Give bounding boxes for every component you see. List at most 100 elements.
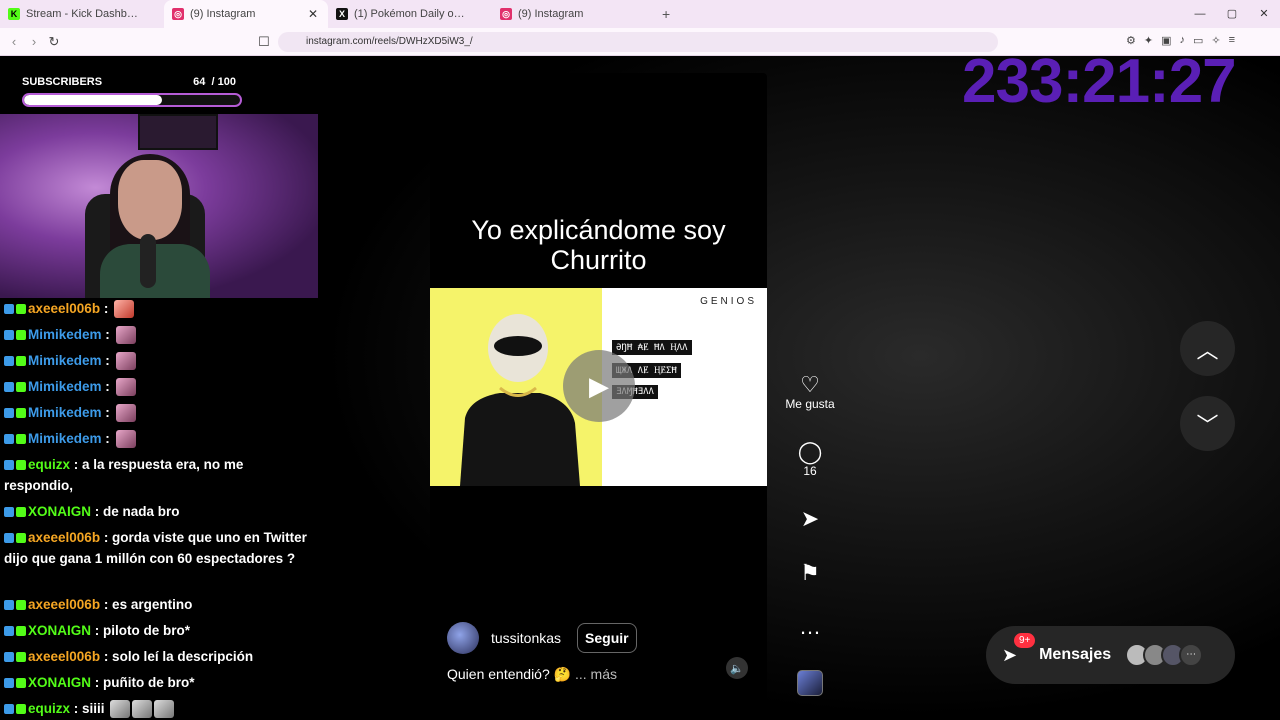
chat-username[interactable]: Mimikedem (28, 353, 102, 368)
emote-icon (115, 326, 136, 345)
browser-tab-2[interactable]: ◎ (9) Instagram ✕ (164, 0, 328, 28)
chat-message: equizx : a la respuesta era, no me respo… (4, 454, 316, 496)
follow-button[interactable]: Seguir (577, 623, 637, 653)
comment-action[interactable]: ◯ 16 (780, 440, 840, 479)
chat-username[interactable]: Mimikedem (28, 327, 102, 342)
chat-message: Mimikedem : (4, 428, 316, 449)
more-action[interactable]: … (780, 615, 840, 639)
play-button[interactable]: ▶ (563, 350, 635, 422)
badge-icon (4, 600, 14, 611)
badge-icon (16, 507, 26, 518)
unread-badge: 9+ (1014, 632, 1036, 648)
instagram-icon: ◎ (172, 8, 184, 20)
audio-thumbnail[interactable] (797, 670, 823, 696)
badge-icon (16, 600, 26, 611)
save-action[interactable]: ⚑ (780, 561, 840, 585)
badge-icon (16, 330, 26, 341)
badge-icon (4, 507, 14, 518)
badge-icon (4, 678, 14, 689)
chat-username[interactable]: axeeel006b (28, 301, 100, 316)
stream-chat: axeeel006b : Mimikedem : Mimikedem : Mim… (0, 298, 322, 720)
comment-icon[interactable]: ◯ (780, 440, 840, 464)
chat-username[interactable]: equizx (28, 701, 70, 716)
chat-text: : de nada bro (91, 504, 180, 519)
badge-icon (16, 652, 26, 663)
emote-icon (115, 404, 136, 423)
chat-message: axeeel006b : (4, 298, 316, 319)
new-tab-button[interactable]: + (662, 6, 670, 22)
close-window-button[interactable]: ✕ (1248, 0, 1280, 28)
webcam-feed (0, 114, 318, 298)
emote-icon (114, 300, 135, 319)
subscribers-goal: SUBSCRIBERS 64 / 100 (22, 76, 242, 88)
badge-icon (4, 356, 14, 367)
badge-icon (4, 704, 14, 715)
tab-title: (9) Instagram (518, 8, 584, 20)
badge-icon (4, 330, 14, 341)
reload-icon[interactable]: ↻ (44, 34, 64, 50)
url-input[interactable]: instagram.com/reels/DWHzXD5iW3_/ (278, 32, 998, 52)
badge-icon (16, 678, 26, 689)
badge-icon (16, 382, 26, 393)
chat-username[interactable]: Mimikedem (28, 379, 102, 394)
next-reel-button[interactable]: ﹀ (1180, 396, 1235, 451)
tab-title: (1) Pokémon Daily on X: "Gengar (354, 8, 470, 20)
window-controls: — ▢ ✕ (1184, 0, 1280, 28)
chat-username[interactable]: axeeel006b (28, 649, 100, 664)
like-action[interactable]: ♡ Me gusta (780, 373, 840, 412)
chat-message: Mimikedem : (4, 402, 316, 423)
messages-button[interactable]: ➤ 9+ Mensajes ⋯ (986, 626, 1235, 684)
messages-label: Mensajes (1039, 646, 1112, 663)
chat-text: : puñito de bro* (91, 675, 195, 690)
tab-bar: K Stream - Kick Dashboard ◎ (9) Instagra… (0, 0, 1280, 28)
badge-icon (16, 408, 26, 419)
chat-username[interactable]: XONAIGN (28, 504, 91, 519)
badge-icon (16, 460, 26, 471)
send-icon: ➤ 9+ (1002, 632, 1036, 666)
back-icon[interactable]: ‹ (4, 34, 24, 49)
chat-username[interactable]: XONAIGN (28, 623, 91, 638)
bookmark-icon[interactable]: ☐ (254, 34, 274, 50)
chat-username[interactable]: axeeel006b (28, 530, 100, 545)
tab-title: (9) Instagram (190, 8, 256, 20)
subscribers-label: SUBSCRIBERS (22, 76, 103, 88)
emote-icon (132, 700, 153, 719)
chat-username[interactable]: XONAIGN (28, 675, 91, 690)
author-username[interactable]: tussitonkas (491, 630, 561, 646)
chat-message: XONAIGN : piloto de bro* (4, 620, 316, 641)
chat-username[interactable]: Mimikedem (28, 431, 102, 446)
badge-icon (4, 408, 14, 419)
close-tab-icon[interactable]: ✕ (306, 7, 320, 21)
chat-username[interactable]: Mimikedem (28, 405, 102, 420)
previous-reel-button[interactable]: ︿ (1180, 321, 1235, 376)
badge-icon (4, 626, 14, 637)
description-text: Quien entendió? 🤔 (447, 666, 572, 682)
chat-message: XONAIGN : de nada bro (4, 501, 316, 522)
more-icon[interactable]: … (780, 615, 840, 639)
forward-icon[interactable]: › (24, 34, 44, 49)
bookmark-icon[interactable]: ⚑ (780, 561, 840, 585)
chat-text: : (101, 327, 114, 342)
emote-icon (115, 352, 136, 371)
badge-icon (16, 356, 26, 367)
badge-icon (16, 704, 26, 715)
mute-icon[interactable]: 🔈 (726, 657, 748, 679)
kick-icon: K (8, 8, 20, 20)
send-icon[interactable]: ➤ (780, 507, 840, 531)
badge-icon (4, 304, 14, 315)
avatar[interactable] (447, 622, 479, 654)
message-avatars: ⋯ (1125, 643, 1204, 667)
heart-icon[interactable]: ♡ (780, 373, 840, 397)
minimize-button[interactable]: — (1184, 0, 1216, 28)
chat-username[interactable]: equizx (28, 457, 70, 472)
browser-tab-4[interactable]: ◎ (9) Instagram (492, 0, 656, 28)
browser-tab-3[interactable]: X (1) Pokémon Daily on X: "Gengar (328, 0, 492, 28)
microphone (140, 234, 156, 288)
chat-username[interactable]: axeeel006b (28, 597, 100, 612)
chat-text: : (100, 301, 113, 316)
maximize-button[interactable]: ▢ (1216, 0, 1248, 28)
share-action[interactable]: ➤ (780, 507, 840, 531)
browser-tab-1[interactable]: K Stream - Kick Dashboard (0, 0, 164, 28)
chevron-up-icon: ︿ (1196, 337, 1219, 363)
more-link[interactable]: ... más (575, 666, 617, 682)
